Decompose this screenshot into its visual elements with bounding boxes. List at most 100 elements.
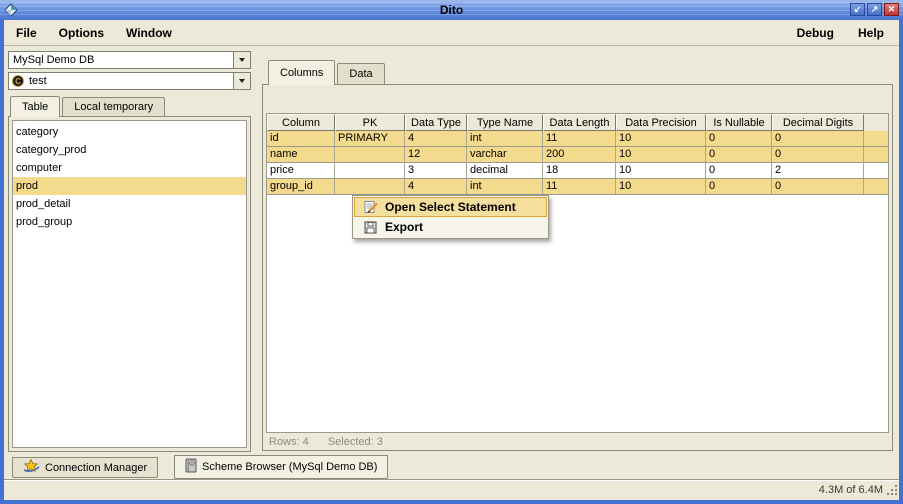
bottom-tab-label: Scheme Browser (MySql Demo DB) — [202, 461, 377, 473]
connection-combo-dropdown-button[interactable] — [233, 52, 250, 68]
cell-filler — [864, 163, 872, 178]
cell[interactable]: 4 — [405, 131, 467, 146]
statusbar: 4.3M of 6.4M — [4, 479, 899, 500]
selected-count: Selected: 3 — [328, 436, 383, 448]
menu-item-label: Open Select Statement — [385, 200, 516, 214]
list-item-prod-detail[interactable]: prod_detail — [13, 195, 246, 213]
menubar-right: Debug Help — [790, 26, 891, 40]
cell[interactable]: 10 — [616, 179, 706, 194]
bottom-tab-connection-manager[interactable]: Connection Manager — [12, 457, 158, 478]
cell[interactable]: 10 — [616, 147, 706, 162]
cell[interactable]: 0 — [706, 179, 772, 194]
menu-item-open-select-statement[interactable]: Open Select Statement — [354, 197, 547, 217]
cell[interactable]: int — [467, 179, 543, 194]
app-window: Dito ↙ ↗ ✕ File Options Window Debug Hel… — [0, 0, 903, 504]
cell[interactable]: group_id — [267, 179, 335, 194]
tab-table[interactable]: Table — [10, 96, 60, 117]
columns-table-header: Column PK Data Type Type Name Data Lengt… — [267, 114, 888, 131]
tab-columns[interactable]: Columns — [268, 60, 335, 85]
catalog-icon: C — [12, 75, 24, 87]
cell[interactable]: int — [467, 131, 543, 146]
cell[interactable] — [335, 147, 405, 162]
menu-options[interactable]: Options — [52, 26, 111, 40]
cell[interactable] — [335, 163, 405, 178]
catalog-combo[interactable]: C test — [8, 72, 251, 90]
maximize-button[interactable]: ↗ — [867, 3, 882, 16]
cell[interactable]: id — [267, 131, 335, 146]
menu-help[interactable]: Help — [851, 26, 891, 40]
cell[interactable]: 0 — [706, 163, 772, 178]
cell[interactable]: 0 — [772, 131, 864, 146]
header-data-length[interactable]: Data Length — [543, 114, 616, 131]
tab-local-temporary-label: Local temporary — [74, 101, 153, 113]
menu-item-export[interactable]: Export — [354, 217, 547, 237]
table-row-id[interactable]: id PRIMARY 4 int 11 10 0 0 — [267, 131, 888, 147]
cell[interactable]: name — [267, 147, 335, 162]
header-data-precision[interactable]: Data Precision — [616, 114, 706, 131]
cell[interactable]: 10 — [616, 131, 706, 146]
catalog-combo-dropdown-button[interactable] — [233, 73, 250, 89]
list-item-prod-group[interactable]: prod_group — [13, 213, 246, 231]
header-data-type[interactable]: Data Type — [405, 114, 467, 131]
export-icon — [364, 220, 380, 234]
cell[interactable]: 18 — [543, 163, 616, 178]
header-is-nullable[interactable]: Is Nullable — [706, 114, 772, 131]
main-tabbar: Columns Data — [268, 59, 387, 84]
cell[interactable]: 11 — [543, 131, 616, 146]
cell[interactable]: 11 — [543, 179, 616, 194]
header-decimal-digits[interactable]: Decimal Digits — [772, 114, 864, 131]
cell[interactable]: 2 — [772, 163, 864, 178]
app-icon[interactable] — [4, 3, 18, 17]
cell[interactable]: 0 — [706, 131, 772, 146]
cell[interactable]: 12 — [405, 147, 467, 162]
cell[interactable]: 0 — [772, 179, 864, 194]
menubar: File Options Window Debug Help — [4, 20, 899, 46]
header-pk[interactable]: PK — [335, 114, 405, 131]
cell[interactable]: varchar — [467, 147, 543, 162]
cell[interactable]: 10 — [616, 163, 706, 178]
tab-data[interactable]: Data — [337, 63, 384, 84]
cell[interactable]: 200 — [543, 147, 616, 162]
minimize-button[interactable]: ↙ — [850, 3, 865, 16]
connection-combo[interactable]: MySql Demo DB — [8, 51, 251, 69]
open-select-statement-icon — [364, 200, 380, 214]
table-row-price[interactable]: price 3 decimal 18 10 0 2 — [267, 163, 888, 179]
cell[interactable]: 3 — [405, 163, 467, 178]
resize-grip-icon[interactable] — [886, 484, 898, 499]
menubar-left: File Options Window — [9, 26, 179, 40]
cell[interactable]: 4 — [405, 179, 467, 194]
app-body: File Options Window Debug Help MySql Dem… — [4, 20, 899, 500]
catalog-combo-value: test — [24, 75, 233, 87]
cell[interactable]: decimal — [467, 163, 543, 178]
columns-scrollpane: Column PK Data Type Type Name Data Lengt… — [266, 113, 889, 433]
cell-filler — [864, 131, 872, 146]
menu-file[interactable]: File — [9, 26, 44, 40]
tab-data-label: Data — [349, 68, 372, 80]
cell[interactable]: price — [267, 163, 335, 178]
menu-debug[interactable]: Debug — [790, 26, 841, 40]
list-item-computer[interactable]: computer — [13, 159, 246, 177]
star-icon — [23, 459, 40, 476]
cell[interactable]: 0 — [706, 147, 772, 162]
list-item-prod[interactable]: prod — [13, 177, 246, 195]
menu-window[interactable]: Window — [119, 26, 179, 40]
cell-filler — [864, 179, 872, 194]
menu-item-label: Export — [385, 220, 423, 234]
tab-local-temporary[interactable]: Local temporary — [62, 97, 165, 116]
bottom-tab-scheme-browser[interactable]: Scheme Browser (MySql Demo DB) — [174, 455, 388, 479]
cell[interactable]: 0 — [772, 147, 864, 162]
tab-columns-label: Columns — [280, 67, 323, 79]
list-item-category-prod[interactable]: category_prod — [13, 141, 246, 159]
titlebar[interactable]: Dito ↙ ↗ ✕ — [0, 0, 903, 20]
header-column[interactable]: Column — [267, 114, 335, 131]
table-row-group-id[interactable]: group_id 4 int 11 10 0 0 — [267, 179, 888, 195]
bottom-tab-label: Connection Manager — [45, 462, 147, 474]
header-type-name[interactable]: Type Name — [467, 114, 543, 131]
close-button[interactable]: ✕ — [884, 3, 899, 16]
table-row-name[interactable]: name 12 varchar 200 10 0 0 — [267, 147, 888, 163]
table-list[interactable]: category category_prod computer prod pro… — [12, 120, 247, 448]
sidebar-pane: category category_prod computer prod pro… — [8, 116, 251, 452]
cell[interactable] — [335, 179, 405, 194]
list-item-category[interactable]: category — [13, 123, 246, 141]
cell[interactable]: PRIMARY — [335, 131, 405, 146]
